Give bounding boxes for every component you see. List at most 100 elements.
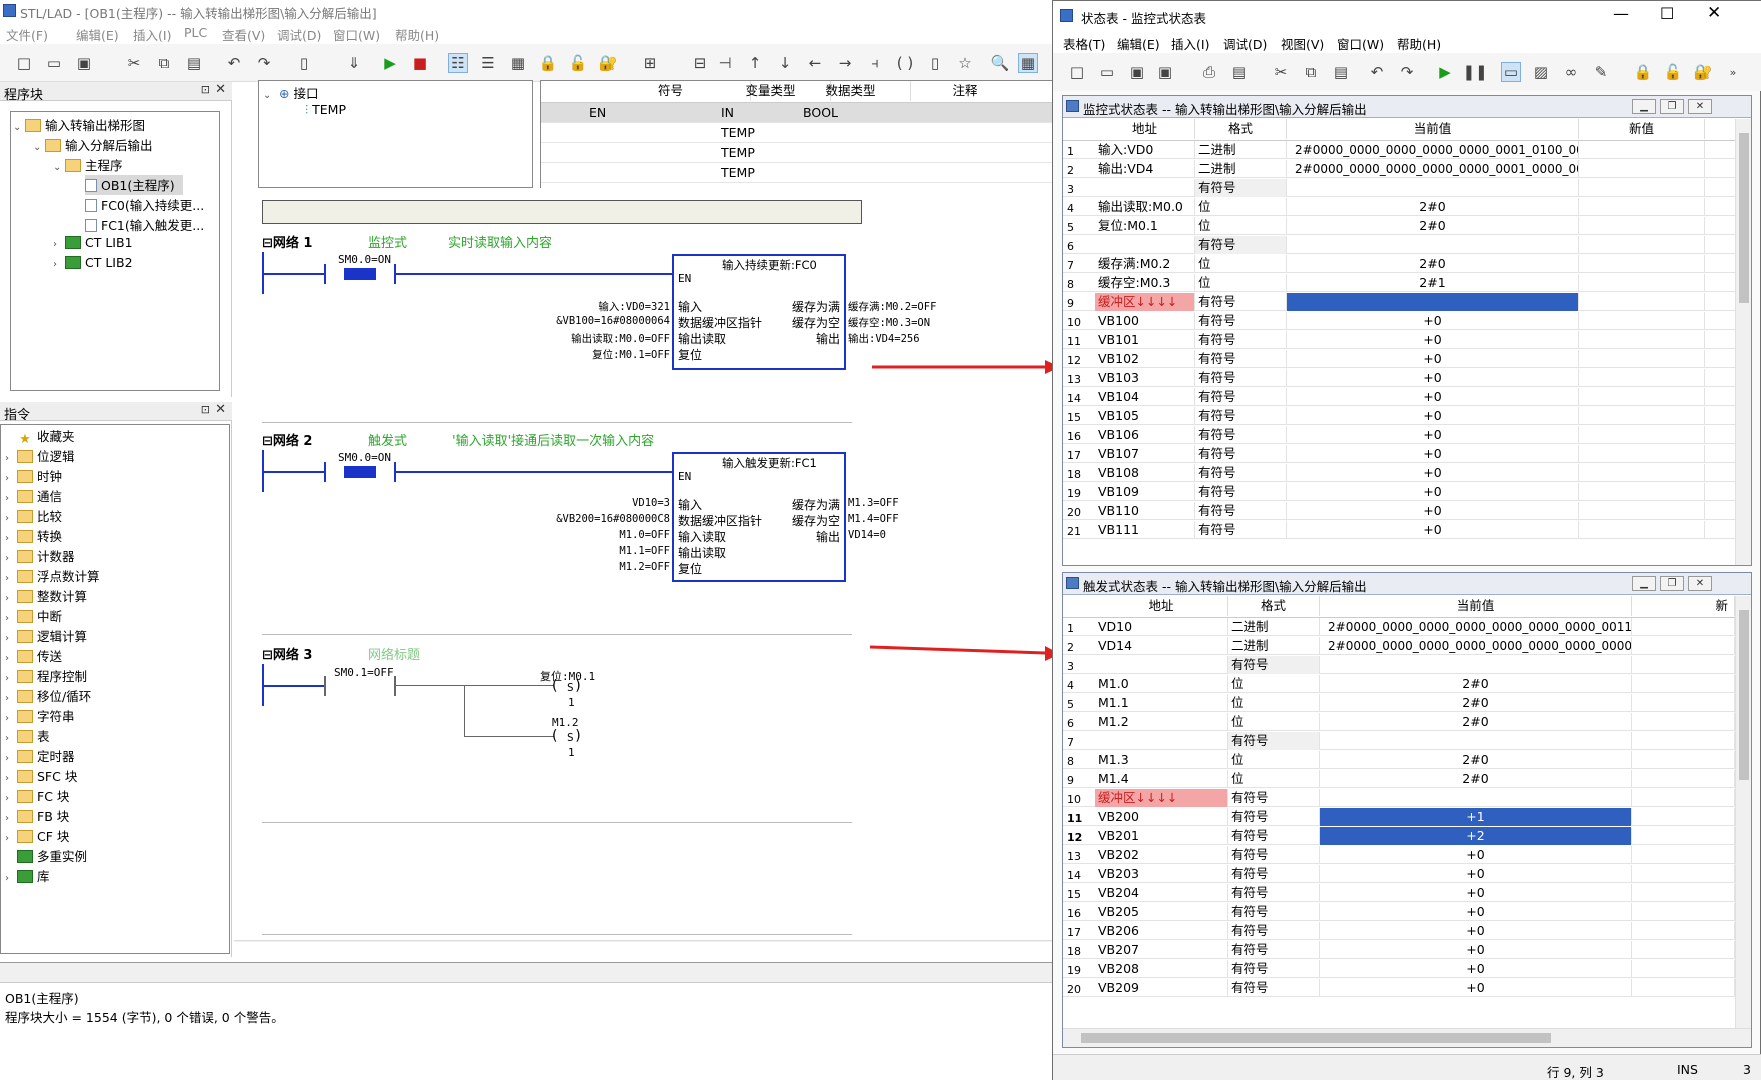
cell-current-value[interactable]: +0 (1287, 369, 1579, 387)
cell-current-value[interactable] (1287, 236, 1579, 254)
row-number[interactable]: 12 (1063, 827, 1087, 845)
cell-current-value[interactable]: +0 (1320, 960, 1632, 978)
row-number[interactable]: 6 (1063, 713, 1087, 731)
cell-address[interactable]: VB204 (1095, 884, 1228, 902)
cell-address[interactable]: 缓存满:M0.2 (1095, 255, 1195, 273)
pen-icon[interactable]: ✎ (1591, 62, 1611, 82)
fbd-view-icon[interactable]: ▦ (508, 53, 528, 73)
row-number[interactable]: 9 (1063, 293, 1087, 311)
cell-current-value[interactable]: +0 (1320, 865, 1632, 883)
row-number[interactable]: 3 (1063, 179, 1087, 197)
table-row[interactable]: 17 VB206 有符号 +0 (1063, 922, 1735, 940)
cell-current-value[interactable]: 2#0000_0000_0000_0000_0000_0001_0000_000… (1287, 160, 1579, 178)
cell-current-value[interactable]: 2#0000_0000_0000_0000_0000_0000_0000_000… (1320, 637, 1632, 655)
cell-new-value[interactable] (1579, 255, 1705, 273)
instr-item[interactable]: ★ 收藏夹 (5, 426, 74, 446)
table-row[interactable]: 13 VB202 有符号 +0 (1063, 846, 1735, 864)
cell-current-value[interactable]: 2#0000_0000_0000_0000_0000_0000_0000_001… (1320, 618, 1632, 636)
table-row[interactable]: 7 有符号 (1063, 732, 1735, 750)
stop-icon[interactable]: ■ (410, 53, 430, 73)
expand-icon[interactable]: › (5, 733, 17, 744)
undo-icon[interactable]: ↶ (224, 53, 244, 73)
col-current[interactable]: 当前值 (1287, 119, 1579, 139)
interface-row[interactable]: TEMP (541, 123, 1059, 143)
table-row[interactable]: 18 VB207 有符号 +0 (1063, 941, 1735, 959)
tree-item-ctlib1[interactable]: › CT LIB1 (53, 235, 133, 255)
cell-current-value[interactable]: 2#0 (1320, 770, 1632, 788)
row-number[interactable]: 17 (1063, 445, 1087, 463)
instr-item[interactable]: › 转换 (5, 526, 62, 546)
expand-icon[interactable]: › (5, 593, 17, 604)
expand-icon[interactable]: › (5, 633, 17, 644)
cell-new-value[interactable] (1632, 960, 1735, 978)
trend-icon[interactable]: ▭ (1501, 62, 1521, 82)
cell-format[interactable]: 位 (1195, 198, 1287, 216)
cell-format[interactable]: 有符号 (1195, 521, 1287, 539)
interface-row[interactable]: TEMP (541, 163, 1059, 183)
cell-current-value[interactable]: 2#1 (1287, 274, 1579, 292)
cell-current-value[interactable]: +2 (1320, 827, 1632, 845)
cell-format[interactable]: 有符号 (1228, 865, 1320, 883)
close-icon[interactable]: ✕ (215, 82, 226, 97)
menu-edit[interactable]: 编辑(E) (1117, 34, 1160, 53)
tree-item-ob1[interactable]: OB1(主程序) (85, 175, 183, 195)
table-row[interactable]: 1 输入:VD0 二进制 2#0000_0000_0000_0000_0000_000… (1063, 141, 1735, 159)
lad-view-icon[interactable]: ☷ (448, 53, 468, 73)
cell-address[interactable]: VB106 (1095, 426, 1195, 444)
cell-format[interactable]: 位 (1228, 770, 1320, 788)
expand-icon[interactable]: › (5, 573, 17, 584)
open-icon[interactable]: ▭ (1097, 62, 1117, 82)
restore-button[interactable]: ❐ (1660, 99, 1684, 114)
cell-address[interactable]: VB207 (1095, 941, 1228, 959)
cell-new-value[interactable] (1579, 407, 1705, 425)
cell-format[interactable]: 位 (1228, 751, 1320, 769)
cell-current-value[interactable]: +0 (1287, 502, 1579, 520)
network-1-comment[interactable]: 实时读取输入内容 (448, 232, 552, 251)
cell-address[interactable]: VB201 (1095, 827, 1228, 845)
col-address[interactable]: 地址 (1095, 119, 1195, 139)
cell-format[interactable]: 有符号 (1228, 884, 1320, 902)
tree-item-main[interactable]: ⌄ 主程序 (53, 155, 123, 175)
menu-view[interactable]: 查看(V) (222, 25, 265, 44)
cell-symbol[interactable]: EN (589, 105, 606, 120)
cell-format[interactable]: 有符号 (1228, 808, 1320, 826)
ladder-hscrollbar[interactable]: ‹ (234, 940, 1058, 942)
table-row[interactable]: 3 有符号 (1063, 656, 1735, 674)
cell-current-value[interactable] (1320, 789, 1632, 807)
cell-new-value[interactable] (1579, 141, 1705, 159)
paste-icon[interactable]: ▤ (184, 53, 204, 73)
cell-address[interactable] (1095, 236, 1195, 254)
table-row[interactable]: 9 缓冲区↓↓↓↓ 有符号 (1063, 293, 1735, 311)
menu-edit[interactable]: 编辑(E) (76, 25, 119, 44)
print-icon[interactable]: ⎙ (1199, 62, 1219, 82)
input-pin-value[interactable]: &VB100=16#08000064 (556, 315, 670, 327)
minimize-button[interactable]: ▁ (1632, 99, 1656, 114)
output-pin-value[interactable]: 缓存空:M0.3=ON (848, 315, 930, 330)
cell-format[interactable]: 位 (1228, 675, 1320, 693)
cell-new-value[interactable] (1632, 808, 1735, 826)
cell-format[interactable]: 有符号 (1195, 236, 1287, 254)
cell-address[interactable]: 输出读取:M0.0 (1095, 198, 1195, 216)
cell-address[interactable]: VB105 (1095, 407, 1195, 425)
cell-new-value[interactable] (1632, 903, 1735, 921)
lock-icon[interactable]: 🔒 (538, 53, 558, 73)
scroll-thumb[interactable] (1081, 1033, 1551, 1043)
row-number[interactable]: 7 (1063, 732, 1087, 750)
cut-icon[interactable]: ✂ (1271, 62, 1291, 82)
cell-address[interactable]: VD10 (1095, 618, 1228, 636)
table-row[interactable]: 9 M1.4 位 2#0 (1063, 770, 1735, 788)
close-button[interactable]: ✕ (1688, 576, 1712, 591)
table-row[interactable]: 11 VB101 有符号 +0 (1063, 331, 1735, 349)
cell-new-value[interactable] (1632, 979, 1735, 997)
expand-icon[interactable]: › (53, 259, 65, 270)
cell-address[interactable]: VB203 (1095, 865, 1228, 883)
table-icon[interactable]: ▦ (1018, 53, 1038, 73)
instr-item[interactable]: › 程序控制 (5, 666, 87, 686)
menu-debug[interactable]: 调试(D) (1223, 34, 1267, 53)
table-row[interactable]: 8 缓存空:M0.3 位 2#1 (1063, 274, 1735, 292)
row-number[interactable]: 10 (1063, 789, 1087, 807)
cell-new-value[interactable] (1632, 637, 1735, 655)
cell-address[interactable] (1095, 179, 1195, 197)
input-pin-value[interactable]: 复位:M0.1=OFF (592, 347, 670, 362)
network-2-label[interactable]: ⊟网络 2 (262, 430, 312, 449)
